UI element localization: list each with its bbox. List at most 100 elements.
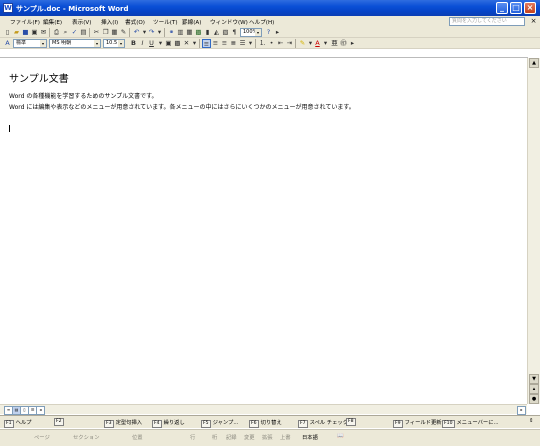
research-icon[interactable]: ▤	[79, 28, 88, 37]
status-language: 日本語	[302, 435, 318, 441]
fkey-f4[interactable]: F4 繰り返し	[152, 418, 185, 428]
menu-window[interactable]: ウィンドウ(W)	[210, 18, 248, 26]
style-select[interactable]: 標準 ▾	[13, 39, 47, 48]
align-center-icon[interactable]: ≡	[211, 39, 220, 48]
browse-object-icon[interactable]: ●	[529, 394, 539, 404]
fkey-f10[interactable]: F10 メニューバーに...	[442, 418, 499, 428]
permission-icon[interactable]: ▣	[30, 28, 39, 37]
copy-icon[interactable]: ❐	[101, 28, 110, 37]
char-border-icon[interactable]: ▣	[164, 39, 173, 48]
function-key-bar: F1 ヘルプ F2 F3 定型句挿入 F4 繰り返し F5 ジャンプ... F6 切り替え…	[0, 415, 540, 428]
enclose-char-icon[interactable]: ㊞	[339, 39, 348, 48]
fkey-number: F2	[54, 418, 64, 426]
fkey-f9[interactable]: F9 フィールド更新	[393, 418, 442, 428]
document-close-icon[interactable]: ×	[529, 17, 538, 26]
minimize-button[interactable]: _	[496, 2, 508, 14]
document-paragraph[interactable]: Word の各種機能を学習するためのサンプル文書です。	[9, 91, 158, 100]
italic-button[interactable]: I	[138, 39, 147, 48]
hyperlink-icon[interactable]: ⚭	[167, 28, 176, 37]
align-right-icon[interactable]: ≡	[220, 39, 229, 48]
status-record[interactable]: 記録	[226, 433, 237, 441]
fkey-bar-toggle-icon[interactable]: ⇕	[529, 418, 533, 424]
separator	[199, 39, 200, 48]
bullets-icon[interactable]: •	[267, 39, 276, 48]
new-document-icon[interactable]: ▯	[3, 28, 12, 37]
spelling-icon[interactable]: ✓	[70, 28, 79, 37]
char-shading-icon[interactable]: ▩	[173, 39, 182, 48]
horizontal-scrollbar[interactable]: ≡ ▤ ▯ ☰ ◂ ▸	[0, 404, 527, 415]
increase-indent-icon[interactable]: ⇥	[285, 39, 294, 48]
status-track-changes[interactable]: 変更	[244, 433, 255, 441]
document-heading[interactable]: サンプル文書	[9, 70, 69, 85]
scroll-left-icon[interactable]: ◂	[36, 406, 45, 415]
align-justify-icon[interactable]: ≡	[202, 39, 211, 48]
print-icon[interactable]: ⎙	[52, 28, 61, 37]
tables-borders-icon[interactable]: ▥	[176, 28, 185, 37]
scroll-down-icon[interactable]: ▼	[529, 374, 539, 384]
word-app-icon[interactable]: W	[3, 3, 13, 13]
line-spacing-dropdown-icon[interactable]: ▾	[246, 39, 255, 48]
close-button[interactable]: ×	[524, 2, 536, 14]
fkey-label: 繰り返し	[163, 420, 185, 426]
numbering-icon[interactable]: ⒈	[258, 39, 267, 48]
cut-icon[interactable]: ✂	[92, 28, 101, 37]
menu-help[interactable]: ヘルプ(H)	[249, 18, 274, 26]
phonetic-guide-icon[interactable]: 亜	[330, 39, 339, 48]
help-search-input[interactable]: 質問を入力してください	[449, 17, 525, 26]
toolbar-options-icon[interactable]: ▸	[348, 39, 357, 48]
paste-icon[interactable]: ▦	[110, 28, 119, 37]
maximize-button[interactable]: □	[510, 2, 522, 14]
show-hide-icon[interactable]: ¶	[230, 28, 239, 37]
decrease-indent-icon[interactable]: ⇤	[276, 39, 285, 48]
fkey-f2[interactable]: F2	[54, 418, 66, 426]
menu-edit[interactable]: 編集(E)	[43, 18, 62, 26]
fkey-f8[interactable]: F8	[346, 418, 358, 426]
document-paragraph[interactable]: Word には編集や表示などのメニューが用意されています。各メニューの中にはさら…	[9, 102, 355, 111]
drawing-icon[interactable]: ◭	[212, 28, 221, 37]
menu-view[interactable]: 表示(V)	[72, 18, 91, 26]
menu-insert[interactable]: 挿入(I)	[101, 18, 118, 26]
email-icon[interactable]: ✉	[39, 28, 48, 37]
scroll-up-icon[interactable]: ▲	[529, 58, 539, 68]
redo-dropdown-icon[interactable]: ▾	[155, 28, 164, 37]
spelling-status-icon[interactable]: 📖	[337, 433, 344, 439]
menu-tools[interactable]: ツール(T)	[153, 18, 178, 26]
format-painter-icon[interactable]: ✎	[119, 28, 128, 37]
underline-button[interactable]: U	[147, 39, 156, 48]
zoom-select[interactable]: 100% ▾	[240, 28, 262, 37]
columns-icon[interactable]: ▮	[203, 28, 212, 37]
toolbar-options-icon[interactable]: ▸	[273, 28, 282, 37]
print-preview-icon[interactable]: ⌕	[61, 28, 70, 37]
fkey-number: F7	[298, 420, 308, 428]
font-color-dropdown-icon[interactable]: ▾	[321, 39, 330, 48]
fkey-f1[interactable]: F1 ヘルプ	[4, 418, 31, 428]
status-extend[interactable]: 拡張	[262, 433, 273, 441]
menu-file[interactable]: ファイル(F)	[10, 18, 40, 26]
fkey-f7[interactable]: F7 スペル チェック...	[298, 418, 353, 428]
distributed-icon[interactable]: ≣	[229, 39, 238, 48]
fkey-label: フィールド更新	[404, 420, 442, 426]
fkey-number: F10	[442, 420, 455, 428]
vertical-scrollbar[interactable]: ▲ ▼ ▴ ●	[527, 58, 540, 404]
styles-formatting-icon[interactable]: A	[3, 39, 12, 48]
status-overtype[interactable]: 上書	[280, 433, 291, 441]
save-icon[interactable]: ■	[21, 28, 30, 37]
menu-format[interactable]: 書式(O)	[125, 18, 145, 26]
scroll-right-icon[interactable]: ▸	[517, 406, 526, 415]
insert-table-icon[interactable]: ▦	[185, 28, 194, 37]
window-title: サンプル.doc - Microsoft Word	[16, 5, 129, 13]
title-bar: W サンプル.doc - Microsoft Word _ □ ×	[0, 0, 540, 16]
help-icon[interactable]: ?	[264, 28, 273, 37]
menu-table[interactable]: 罫線(A)	[182, 18, 201, 26]
insert-excel-icon[interactable]: ▩	[194, 28, 203, 37]
open-folder-icon[interactable]: ▰	[12, 28, 21, 37]
fkey-f5[interactable]: F5 ジャンプ...	[201, 418, 238, 428]
bold-button[interactable]: B	[129, 39, 138, 48]
more-dropdown-icon[interactable]: ▾	[190, 39, 199, 48]
previous-page-icon[interactable]: ▴	[529, 384, 539, 394]
font-select[interactable]: MS 明朝 ▾	[49, 39, 101, 48]
fkey-f6[interactable]: F6 切り替え	[249, 418, 282, 428]
font-size-select[interactable]: 10.5 ▾	[103, 39, 125, 48]
fkey-f3[interactable]: F3 定型句挿入	[104, 418, 142, 428]
document-map-icon[interactable]: ▧	[221, 28, 230, 37]
